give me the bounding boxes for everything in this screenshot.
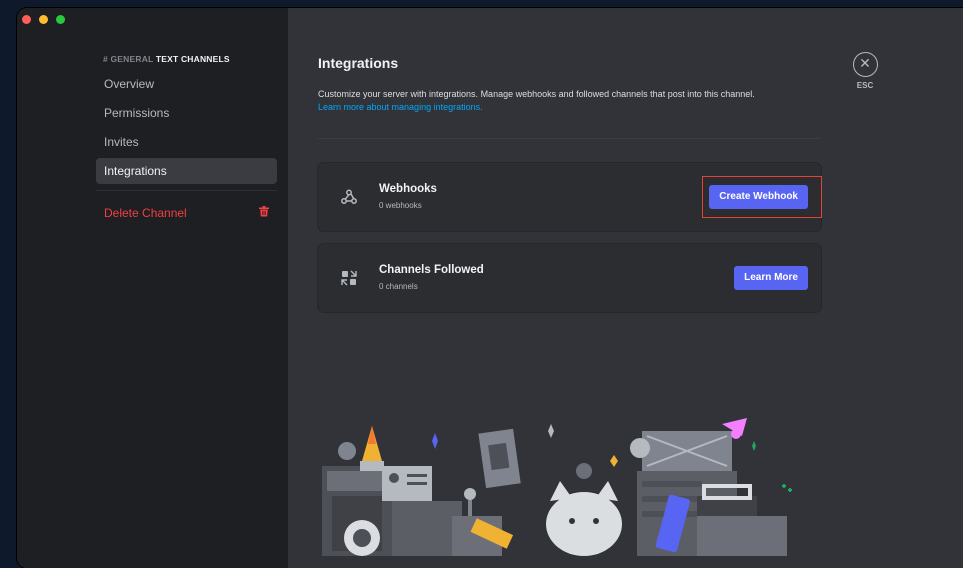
page-title: Integrations [318,55,399,71]
delete-channel-label: Delete Channel [104,206,187,220]
webhook-icon [340,188,358,206]
window-controls [22,15,65,24]
esc-label: ESC [856,81,874,90]
sidebar-divider [96,190,277,191]
channels-followed-icon [340,269,358,287]
sidebar-item-overview[interactable]: Overview [96,71,277,97]
content-divider [318,138,821,139]
sidebar-section-title: TEXT CHANNELS [155,54,230,64]
sidebar: # GENERAL TEXT CHANNELS Overview Permiss… [17,8,288,568]
channels-followed-title: Channels Followed [379,264,484,276]
minimize-window-button[interactable] [39,15,48,24]
trash-icon [259,200,269,226]
channels-followed-card: Channels Followed 0 channels Learn More [318,244,821,312]
description-text: Customize your server with integrations.… [318,89,755,99]
create-webhook-button[interactable]: Create Webhook [709,185,808,209]
webhooks-title: Webhooks [379,183,437,195]
learn-more-integrations-link[interactable]: Learn more about managing integrations. [318,101,838,114]
sidebar-item-integrations[interactable]: Integrations [96,158,277,184]
close-window-button[interactable] [22,15,31,24]
learn-more-button[interactable]: Learn More [734,266,808,290]
integrations-illustration [322,418,792,556]
sidebar-section-prefix: # GENERAL [103,54,154,64]
settings-window: # GENERAL TEXT CHANNELS Overview Permiss… [17,8,963,568]
close-icon[interactable]: ✕ [852,52,878,77]
webhooks-card: Webhooks 0 webhooks Create Webhook [318,163,822,231]
webhooks-count: 0 webhooks [379,201,422,210]
channels-followed-count: 0 channels [379,282,418,291]
sidebar-item-permissions[interactable]: Permissions [96,100,277,126]
main-content: Integrations Customize your server with … [288,8,963,568]
maximize-window-button[interactable] [56,15,65,24]
sidebar-section-header: # GENERAL TEXT CHANNELS [103,54,230,64]
page-description: Customize your server with integrations.… [318,88,838,114]
esc-close[interactable]: ✕ ESC [850,52,880,90]
sidebar-item-invites[interactable]: Invites [96,129,277,155]
sidebar-nav: Overview Permissions Invites Integration… [96,71,277,229]
delete-channel-button[interactable]: Delete Channel [96,200,277,226]
